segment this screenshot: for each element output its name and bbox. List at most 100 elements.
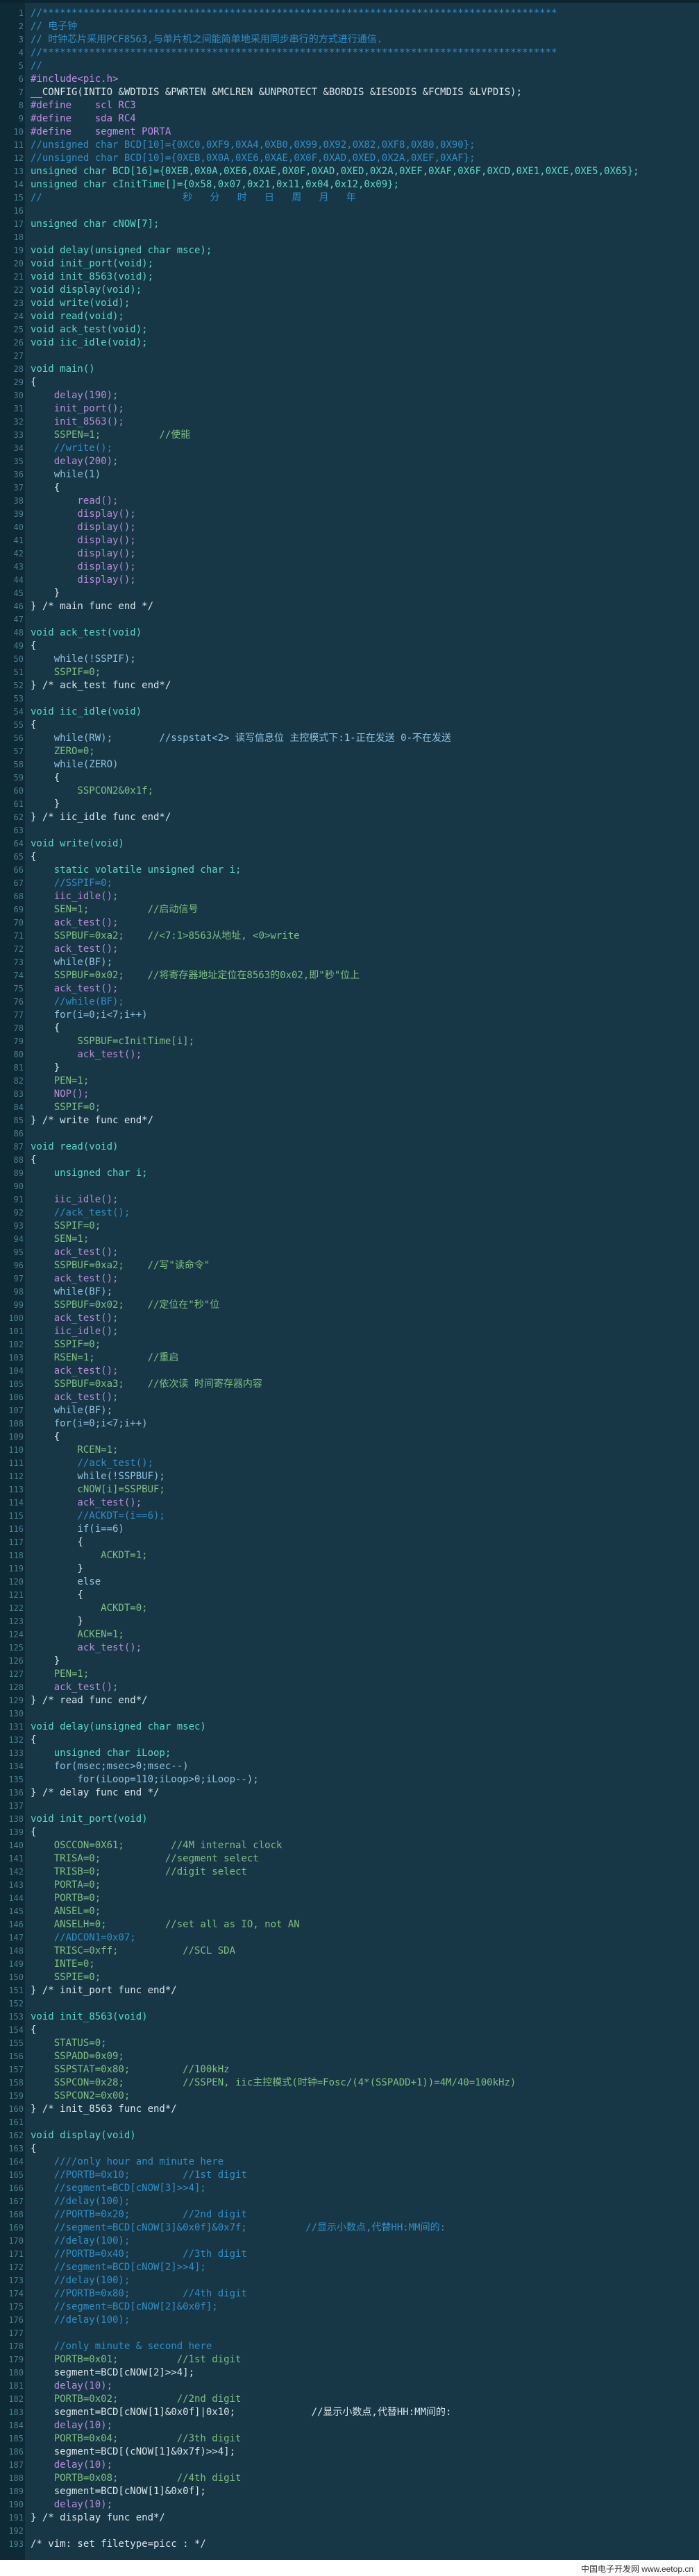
code-line: 64 void write(void) [0, 837, 699, 851]
line-number: 142 [8, 1867, 24, 1877]
code-text: display(); [31, 522, 136, 533]
code-text: else [31, 1576, 101, 1587]
code-text: SEN=1; [31, 1234, 90, 1245]
line-number: 149 [8, 1959, 24, 1969]
code-line: 125 ack_test(); [0, 1641, 699, 1655]
line-number: 77 [13, 1010, 24, 1020]
code-line: 174 //PORTB=0x80; //4th digit [0, 2287, 699, 2301]
line-number: 92 [13, 1208, 24, 1218]
code-text: void display(void) [31, 2130, 136, 2141]
code-text: read(); [31, 495, 119, 506]
code-line: 98 while(BF); [0, 1286, 699, 1299]
code-text: #define sda RC4 [31, 113, 136, 124]
code-text: void ack_test(void) [31, 627, 142, 638]
code-line: 35 delay(200); [0, 455, 699, 468]
code-line: 104 ack_test(); [0, 1365, 699, 1378]
code-text: ANSEL=0; [31, 1906, 101, 1917]
code-line: 183 segment=BCD[cNOW[1]&0x0f]|0x10; //显示… [0, 2406, 699, 2419]
line-number: 57 [13, 747, 24, 756]
code-line: 56 while(RW); //sspstat<2> 读写信息位 主控模式下:1… [0, 732, 699, 745]
line-number: 44 [13, 575, 24, 585]
code-text: while(!SSPBUF); [31, 1471, 165, 1482]
code-line: 191} /* display func end*/ [0, 2511, 699, 2525]
code-line: 107 while(BF); [0, 1404, 699, 1417]
code-line: 71 SSPBUF=0xa2; //<7:1>8563从地址, <0>write [0, 930, 699, 943]
code-line: 37 { [0, 481, 699, 495]
code-line: 53 [0, 692, 699, 706]
code-line: 175 //segment=BCD[cNOW[2]&0x0f]; [0, 2301, 699, 2314]
line-number: 86 [13, 1129, 24, 1138]
code-line: 115 //ACKDT=(i==6); [0, 1510, 699, 1523]
line-number: 45 [13, 588, 24, 598]
code-line: 67 //SSPIF=0; [0, 877, 699, 890]
code-text: SSPIF=0; [31, 1339, 101, 1350]
code-text: { [31, 1589, 83, 1601]
code-text: delay(10); [31, 2420, 113, 2431]
line-number: 157 [8, 2065, 24, 2074]
line-number: 24 [13, 312, 24, 321]
line-number: 128 [8, 1682, 24, 1692]
code-editor[interactable]: 1 //*************************************… [0, 0, 699, 2563]
code-text: //ADCON1=0x07; [31, 1932, 136, 1943]
code-line: 57 ZERO=0; [0, 745, 699, 758]
line-number: 164 [8, 2157, 24, 2167]
code-line: 21 void init_8563(void); [0, 271, 699, 284]
code-text: //ack_test(); [31, 1207, 130, 1218]
code-line: 33 SSPEN=1; //使能 [0, 429, 699, 442]
code-line: 51 SSPIF=0; [0, 666, 699, 679]
code-text: //segment=BCD[cNOW[2]&0x0f]; [31, 2301, 218, 2312]
code-text: //unsigned char BCD[10]={0XC0,0XF9,0XA4,… [31, 139, 475, 151]
line-number: 168 [8, 2210, 24, 2219]
code-text: SSPIF=0; [31, 667, 101, 678]
code-text: while(RW); //sspstat<2> 读写信息位 主控模式下:1-正在… [31, 733, 452, 744]
code-text: unsigned char BCD[16]={0XEB,0X0A,0XE6,0X… [31, 166, 639, 177]
line-number: 161 [8, 2117, 24, 2127]
code-line: 132 { [0, 1734, 699, 1747]
code-line: 149 INTE=0; [0, 1958, 699, 1971]
line-number: 30 [13, 391, 24, 400]
code-text: delay(10); [31, 2499, 113, 2510]
code-line: 187 delay(10); [0, 2459, 699, 2472]
line-number: 177 [8, 2328, 24, 2338]
line-number: 178 [8, 2342, 24, 2351]
line-number: 5 [18, 61, 24, 71]
code-line: 89 unsigned char i; [0, 1167, 699, 1180]
line-number: 117 [8, 1537, 24, 1547]
line-number: 104 [8, 1366, 24, 1376]
line-number: 41 [13, 536, 24, 545]
code-text: ack_test(); [31, 1273, 119, 1284]
code-text: { [31, 377, 37, 388]
line-number: 182 [8, 2394, 24, 2404]
line-number: 110 [8, 1445, 24, 1455]
footer-bar: 中国电子开发网 www.eetop.cn [0, 2560, 699, 2576]
code-text: iic_idle(); [31, 1194, 119, 1205]
code-line: 96 SSPBUF=0xa2; //写"读命令" [0, 1259, 699, 1272]
code-line: 186 segment=BCD[(cNOW[1]&0x7f)>>4]; [0, 2446, 699, 2459]
code-line: 162 void display(void) [0, 2129, 699, 2142]
code-line: 66 static volatile unsigned char i; [0, 864, 699, 877]
code-line: 111 //ack_test(); [0, 1457, 699, 1470]
code-text: ack_test(); [31, 917, 119, 928]
code-text: unsigned char i; [31, 1168, 148, 1179]
line-number: 66 [13, 865, 24, 875]
line-number: 173 [8, 2276, 24, 2285]
line-number: 181 [8, 2381, 24, 2391]
line-number: 67 [13, 878, 24, 888]
code-text: ack_test(); [31, 944, 119, 955]
line-number: 123 [8, 1617, 24, 1626]
code-line: 49 { [0, 640, 699, 653]
code-line: 144 PORTB=0; [0, 1892, 699, 1905]
line-number: 103 [8, 1353, 24, 1363]
line-number: 143 [8, 1880, 24, 1890]
code-line: 59 { [0, 771, 699, 785]
code-text: unsigned char iLoop; [31, 1748, 171, 1759]
code-text: display(); [31, 535, 136, 546]
line-number: 115 [8, 1511, 24, 1521]
code-line: 90 [0, 1180, 699, 1193]
code-text: } [31, 1655, 60, 1666]
line-number: 109 [8, 1432, 24, 1442]
code-line: 18 [0, 231, 699, 244]
line-number: 33 [13, 430, 24, 440]
code-line: 80 ack_test(); [0, 1048, 699, 1061]
code-text: static volatile unsigned char i; [31, 864, 242, 876]
